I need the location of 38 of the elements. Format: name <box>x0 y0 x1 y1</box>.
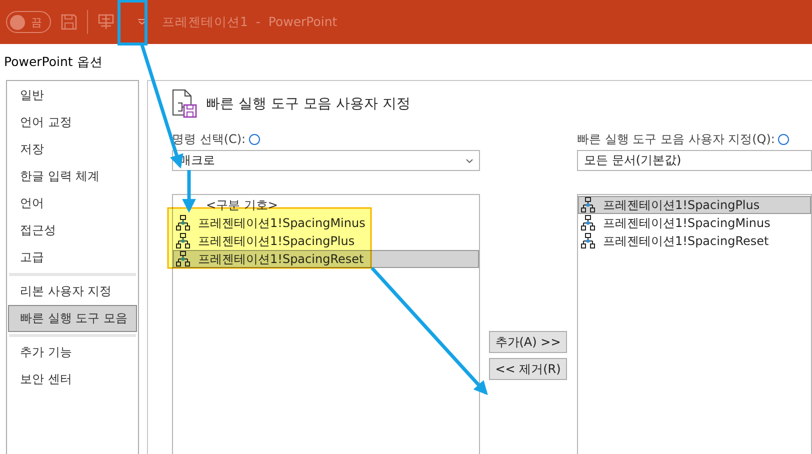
sidebar-item[interactable]: 일반 <box>8 82 137 109</box>
flowchart-icon <box>581 197 595 213</box>
remove-button[interactable]: << 제거(R) <box>489 358 567 380</box>
sidebar-item[interactable]: 추가 기능 <box>8 339 137 366</box>
dropdown-caret-icon[interactable] <box>138 19 146 25</box>
callout-frame <box>118 0 148 46</box>
field-label: 명령 선택(C): <box>172 130 246 148</box>
list-item[interactable]: 프레젠테이션1!SpacingPlus <box>173 232 479 250</box>
list-item[interactable]: 프레젠테이션1!SpacingMinus <box>173 214 479 232</box>
window-title: 프레젠테이션1 - PowerPoint <box>162 14 338 30</box>
flowchart-icon <box>176 251 190 267</box>
add-button[interactable]: 추가(A) >> <box>489 331 567 353</box>
flowchart-icon <box>581 215 595 231</box>
info-icon <box>248 134 260 144</box>
sidebar-item[interactable]: 저장 <box>8 136 137 163</box>
flowchart-icon <box>176 215 190 231</box>
touch-mode-icon[interactable] <box>98 14 114 30</box>
sidebar-item[interactable]: 언어 교정 <box>8 109 137 136</box>
sidebar-item[interactable]: 보안 센터 <box>8 366 137 393</box>
list-item[interactable]: 프레젠테이션1!SpacingReset <box>578 232 811 250</box>
sidebar-item[interactable]: 고급 <box>8 244 137 271</box>
field-label: 빠른 실행 도구 모음 사용자 지정(Q): <box>577 130 775 148</box>
list-item[interactable]: 프레젠테이션1!SpacingPlus <box>578 196 811 214</box>
dropdown[interactable]: 모든 문서(기본값) <box>577 150 812 171</box>
section-heading: 빠른 실행 도구 모음 사용자 지정 <box>206 95 410 113</box>
dialog-title: PowerPoint 옵션 <box>3 52 104 70</box>
sidebar-item[interactable]: 접근성 <box>8 217 137 244</box>
flowchart-icon <box>176 233 190 249</box>
list-item[interactable]: 프레젠테이션1!SpacingReset <box>173 250 479 268</box>
sidebar-item[interactable]: 리본 사용자 지정 <box>8 278 137 305</box>
list-item[interactable]: 프레젠테이션1!SpacingMinus <box>578 214 811 232</box>
info-icon <box>778 134 789 144</box>
sidebar-item[interactable]: 한글 입력 체계 <box>8 163 137 190</box>
save-icon[interactable] <box>61 14 77 30</box>
flowchart-icon <box>581 233 595 249</box>
sidebar-item[interactable]: 언어 <box>8 190 137 217</box>
caret-icon <box>466 158 473 162</box>
sidebar-item[interactable]: 빠른 실행 도구 모음 <box>8 305 137 332</box>
